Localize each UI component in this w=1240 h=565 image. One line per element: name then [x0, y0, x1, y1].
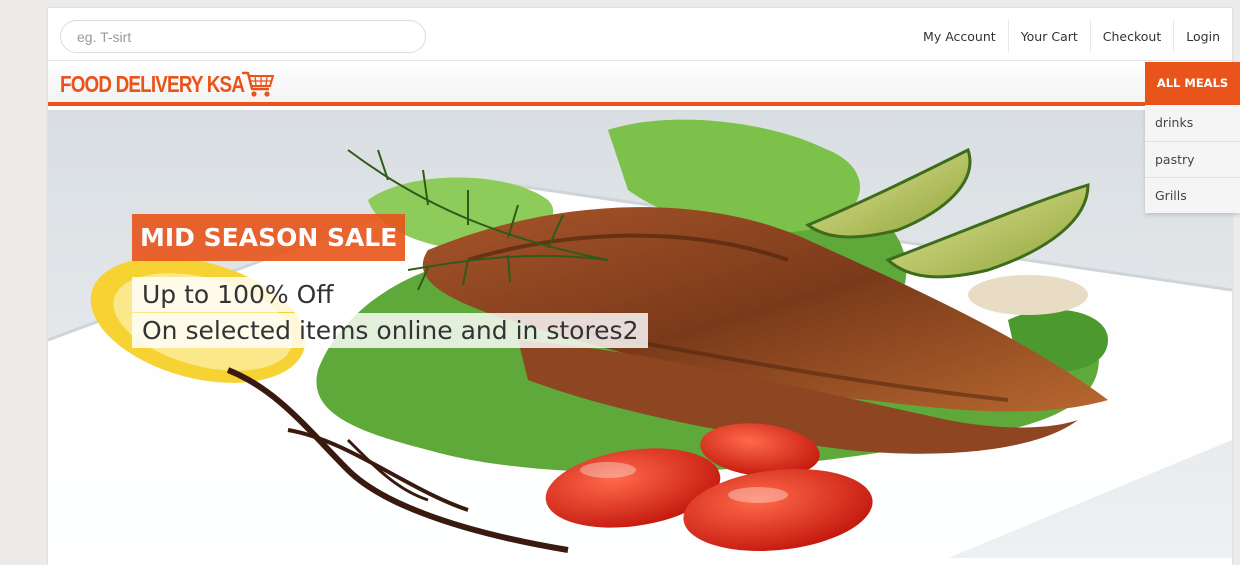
sale-subtitle: Up to 100% Off [132, 277, 344, 312]
menu-item-grills[interactable]: Grills [1145, 177, 1240, 213]
sale-title: MID SEASON SALE [132, 214, 406, 261]
top-bar: My Account Your Cart Checkout Login [48, 8, 1232, 60]
site-logo[interactable]: FOOD DELIVERY KSA [60, 66, 275, 102]
checkout-link[interactable]: Checkout [1089, 20, 1173, 53]
login-link[interactable]: Login [1173, 20, 1232, 53]
menu-item-pastry[interactable]: pastry [1145, 141, 1240, 177]
page-container: My Account Your Cart Checkout Login FOOD… [48, 8, 1232, 565]
top-nav: My Account Your Cart Checkout Login [911, 20, 1232, 53]
meals-dropdown: drinks pastry Grills [1145, 105, 1240, 213]
sale-description: On selected items online and in stores2 [132, 313, 649, 348]
hero-banner: MID SEASON SALE Up to 100% Off On select… [48, 110, 1232, 558]
search-input[interactable] [61, 21, 425, 52]
brand-bar: FOOD DELIVERY KSA [48, 60, 1232, 106]
shopping-cart-icon [241, 71, 274, 97]
menu-item-drinks[interactable]: drinks [1145, 105, 1240, 141]
your-cart-link[interactable]: Your Cart [1007, 20, 1090, 53]
my-account-link[interactable]: My Account [911, 20, 1008, 53]
all-meals-button[interactable]: ALL MEALS [1145, 62, 1240, 105]
all-meals-menu: ALL MEALS drinks pastry Grills [1145, 62, 1240, 213]
search-box[interactable] [60, 20, 426, 53]
logo-text: FOOD DELIVERY KSA [60, 70, 245, 97]
